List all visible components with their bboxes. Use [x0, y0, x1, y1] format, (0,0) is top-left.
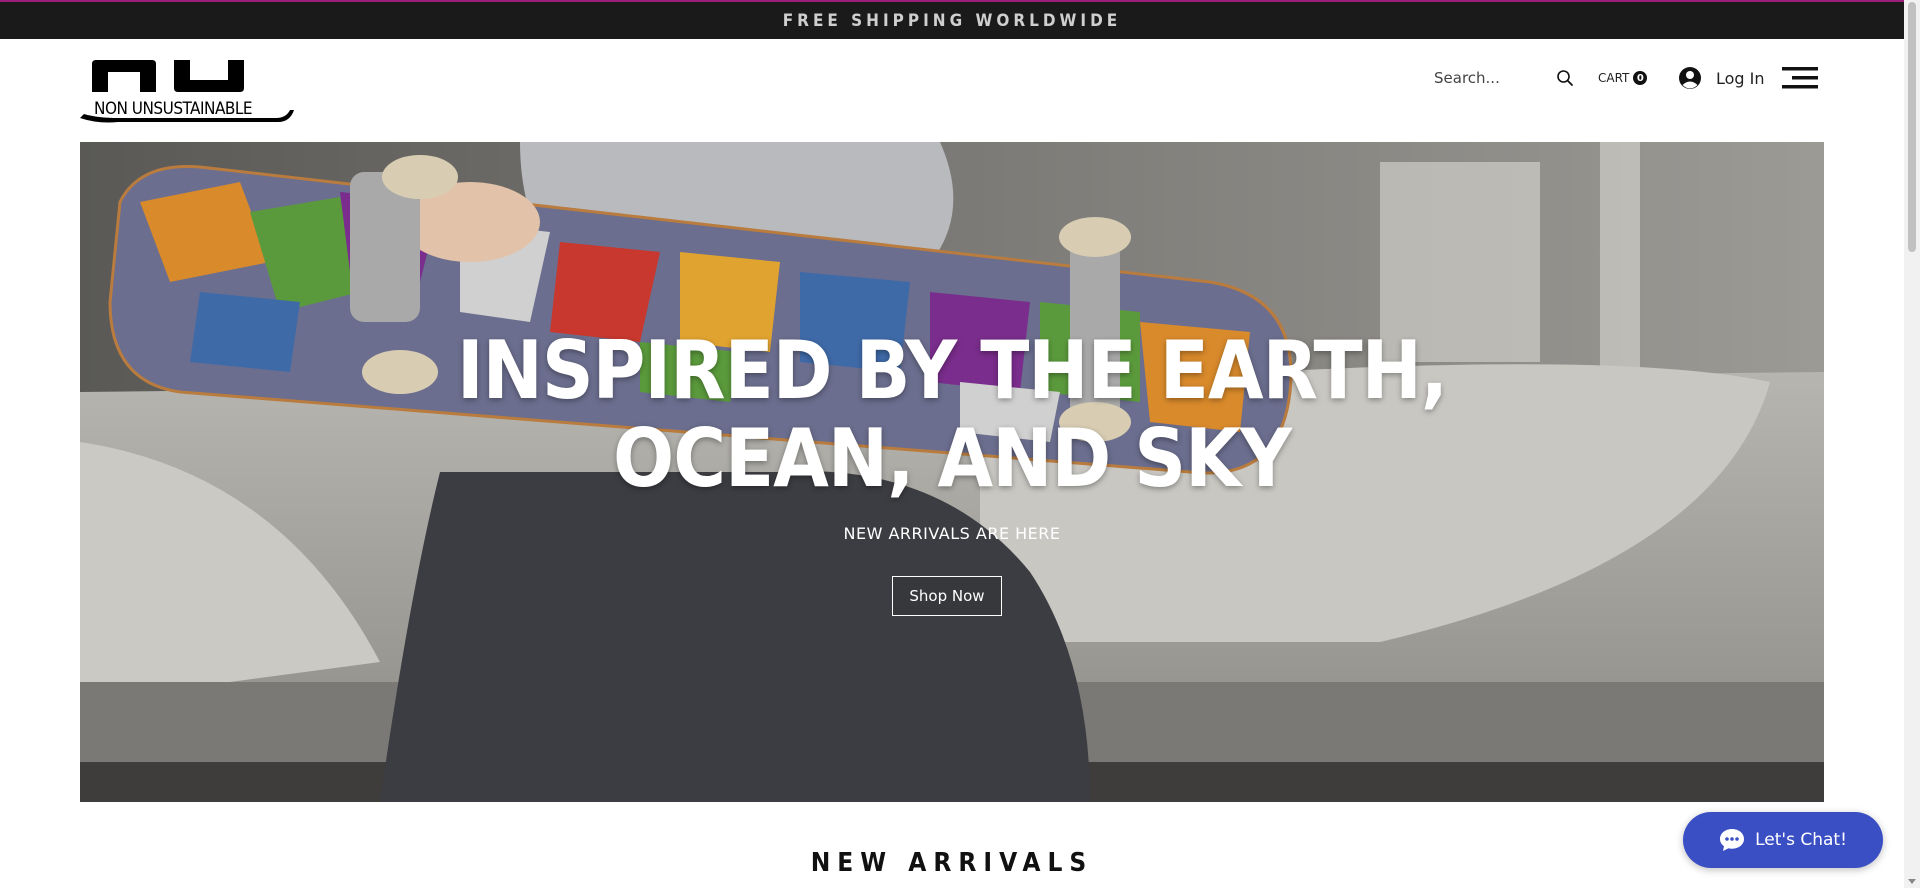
cart-count-badge: 0 — [1633, 71, 1648, 85]
promo-bar: FREE SHIPPING WORLDWIDE — [0, 0, 1904, 39]
search-icon[interactable] — [1556, 69, 1574, 87]
scroll-down-arrow-icon[interactable] — [1908, 879, 1916, 884]
hero-banner: INSPIRED BY THE EARTH, OCEAN, AND SKY NE… — [80, 142, 1824, 802]
hero-title-line-2: OCEAN, AND SKY — [613, 412, 1292, 505]
search-input[interactable] — [1434, 69, 1544, 87]
chat-label: Let's Chat! — [1755, 830, 1847, 850]
hero-subtitle: NEW ARRIVALS ARE HERE — [843, 524, 1061, 543]
avatar-icon — [1679, 67, 1701, 89]
promo-text: FREE SHIPPING WORLDWIDE — [782, 10, 1122, 31]
page-scrollbar[interactable] — [1904, 0, 1920, 888]
site-header: NON UNSUSTAINABLE CART 0 Log In — [0, 39, 1904, 142]
cart-link[interactable]: CART 0 — [1598, 69, 1648, 87]
chat-button[interactable]: Let's Chat! — [1683, 812, 1883, 868]
hero-title: INSPIRED BY THE EARTH, OCEAN, AND SKY — [80, 327, 1824, 503]
scrollbar-thumb[interactable] — [1908, 2, 1916, 252]
cart-label: CART — [1598, 71, 1630, 85]
site-logo[interactable]: NON UNSUSTAINABLE — [78, 58, 296, 128]
shop-now-button[interactable]: Shop Now — [892, 576, 1002, 616]
login-label: Log In — [1716, 68, 1765, 88]
login-link[interactable]: Log In — [1678, 64, 1765, 92]
new-arrivals-heading: NEW ARRIVALS — [810, 848, 1094, 878]
search-bar[interactable] — [1434, 65, 1574, 91]
hero-title-line-1: INSPIRED BY THE EARTH, — [456, 324, 1448, 417]
chat-bubble-icon — [1720, 829, 1745, 851]
logo-name: NON UNSUSTAINABLE — [94, 99, 253, 119]
hamburger-menu-icon[interactable] — [1782, 66, 1820, 90]
